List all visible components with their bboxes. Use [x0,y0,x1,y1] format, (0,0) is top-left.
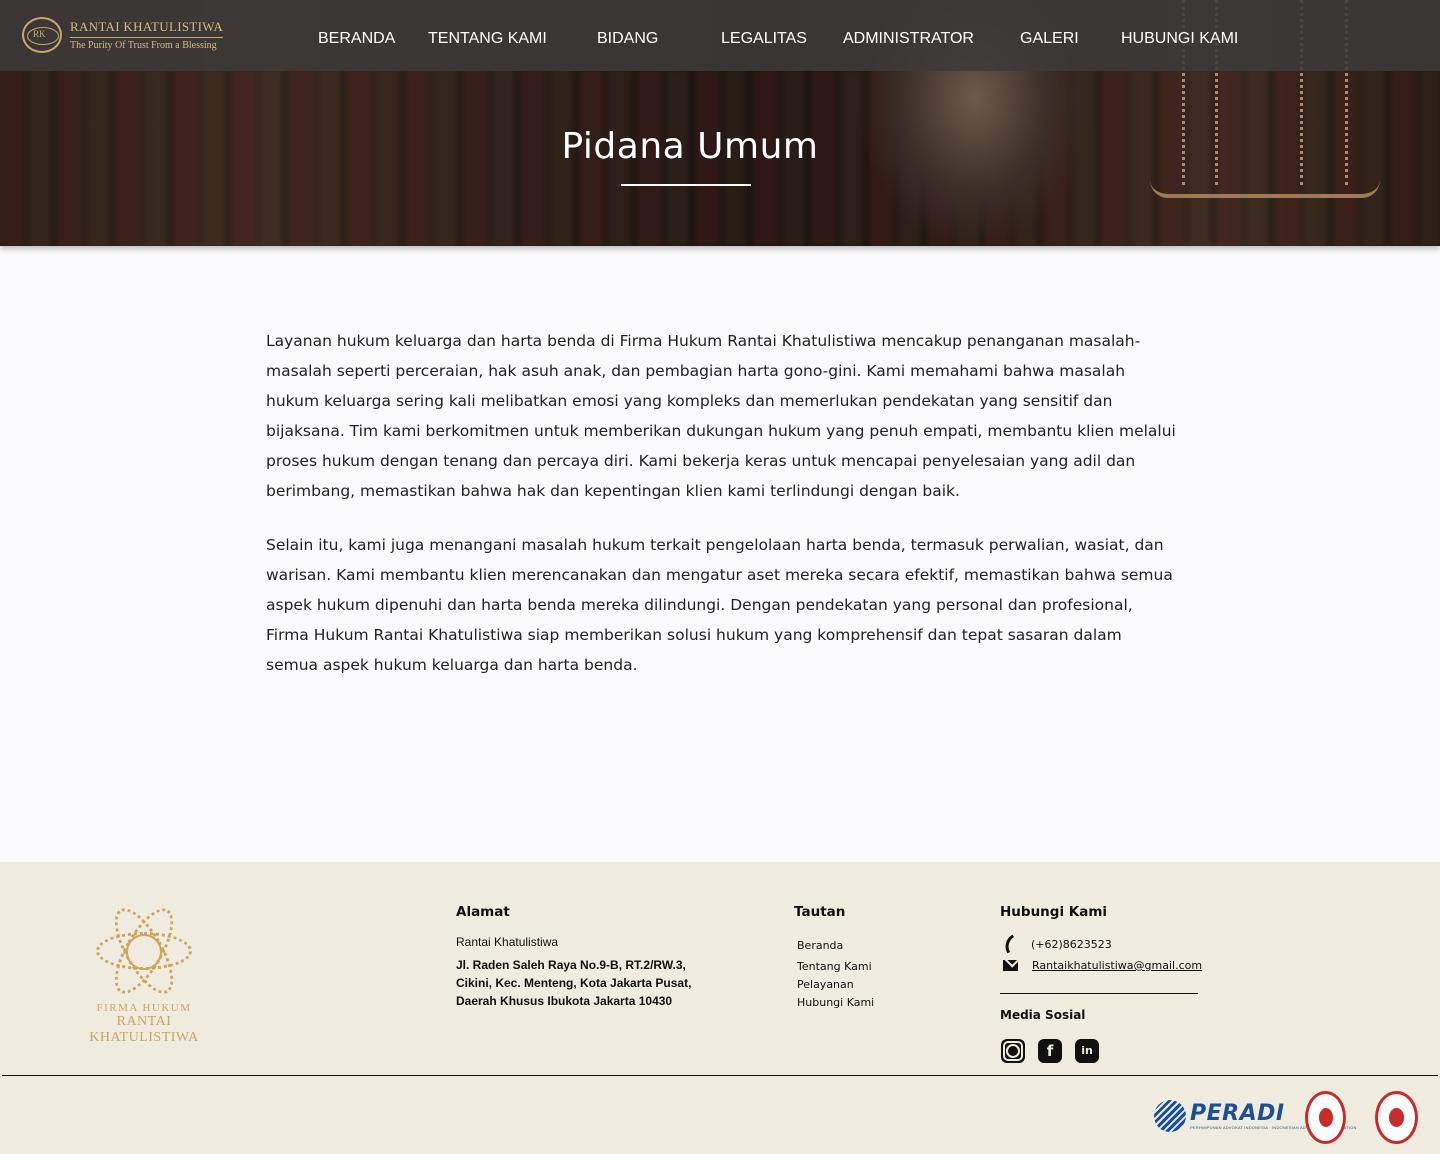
hero-banner: RK RANTAI KHATULISTIWA The Purity Of Tru… [0,0,1440,246]
brand-emblem-icon: RK [22,17,62,53]
nav-hubungi-kami[interactable]: HUBUNGI KAMI [1121,30,1238,48]
nav-administrator[interactable]: ADMINISTRATOR [843,30,974,48]
footer-link-pelayanan[interactable]: Pelayanan [797,978,854,991]
footer-logo: FIRMA HUKUM RANTAI KHATULISTIWA [68,899,220,1046]
contact-email-row[interactable]: Rantaikhatulistiwa@gmail.com [1003,959,1202,972]
footer-link-tentang-kami[interactable]: Tentang Kami [797,960,872,973]
links-heading: Tautan [794,904,846,920]
address-lines: Jl. Raden Saleh Raya No.9-B, RT.2/RW.3, … [456,958,692,1008]
contact-email[interactable]: Rantaikhatulistiwa@gmail.com [1032,959,1202,972]
top-navbar: RK RANTAI KHATULISTIWA The Purity Of Tru… [0,0,1440,71]
firm-emblem-icon [94,899,194,1003]
brand-logo[interactable]: RK RANTAI KHATULISTIWA The Purity Of Tru… [22,17,224,53]
main-content: Layanan hukum keluarga dan harta benda d… [266,326,1176,704]
brand-tagline: The Purity Of Trust From a Blessing [70,40,217,51]
page-title: Pidana Umum [561,126,819,167]
footer-logo-subtitle: FIRMA HUKUM [96,1002,192,1014]
nav-beranda[interactable]: BERANDA [318,30,395,48]
nav-galeri[interactable]: GALERI [1020,30,1079,48]
footer-link-beranda[interactable]: Beranda [797,939,843,952]
contact-heading: Hubungi Kami [1000,904,1108,920]
footer-link-hubungi-kami[interactable]: Hubungi Kami [797,996,874,1009]
nav-tentang-kami[interactable]: TENTANG KAMI [428,30,547,48]
linkedin-icon[interactable]: in [1075,1039,1099,1063]
facebook-icon[interactable]: f [1038,1039,1062,1063]
advocate-seal-icon [1305,1091,1346,1144]
peradi-globe-icon [1154,1100,1186,1132]
contact-phone-row[interactable]: (+62)8623523 [1000,934,1112,954]
phone-icon [1000,934,1020,954]
brand-name: RANTAI KHATULISTIWA [70,19,224,38]
nav-bidang[interactable]: BIDANG [597,30,658,48]
contact-phone: (+62)8623523 [1031,937,1112,951]
footer-logo-title: RANTAI KHATULISTIWA [89,1014,199,1045]
footer-divider [2,1075,1438,1076]
address-heading: Alamat [456,904,510,920]
content-paragraph: Layanan hukum keluarga dan harta benda d… [266,332,1176,500]
association-seal-icon [1375,1091,1418,1144]
scale-pan [1150,180,1380,198]
site-footer: FIRMA HUKUM RANTAI KHATULISTIWA Alamat R… [0,862,1440,1154]
mail-icon [1003,960,1018,971]
address-name: Rantai Khatulistiwa [456,935,559,949]
social-heading: Media Sosial [1000,1008,1086,1022]
instagram-icon[interactable] [1001,1039,1025,1063]
contact-divider [1000,993,1198,994]
title-underline [621,184,751,186]
nav-legalitas[interactable]: LEGALITAS [721,30,807,48]
content-paragraph: Selain itu, kami juga menangani masalah … [266,536,1173,674]
